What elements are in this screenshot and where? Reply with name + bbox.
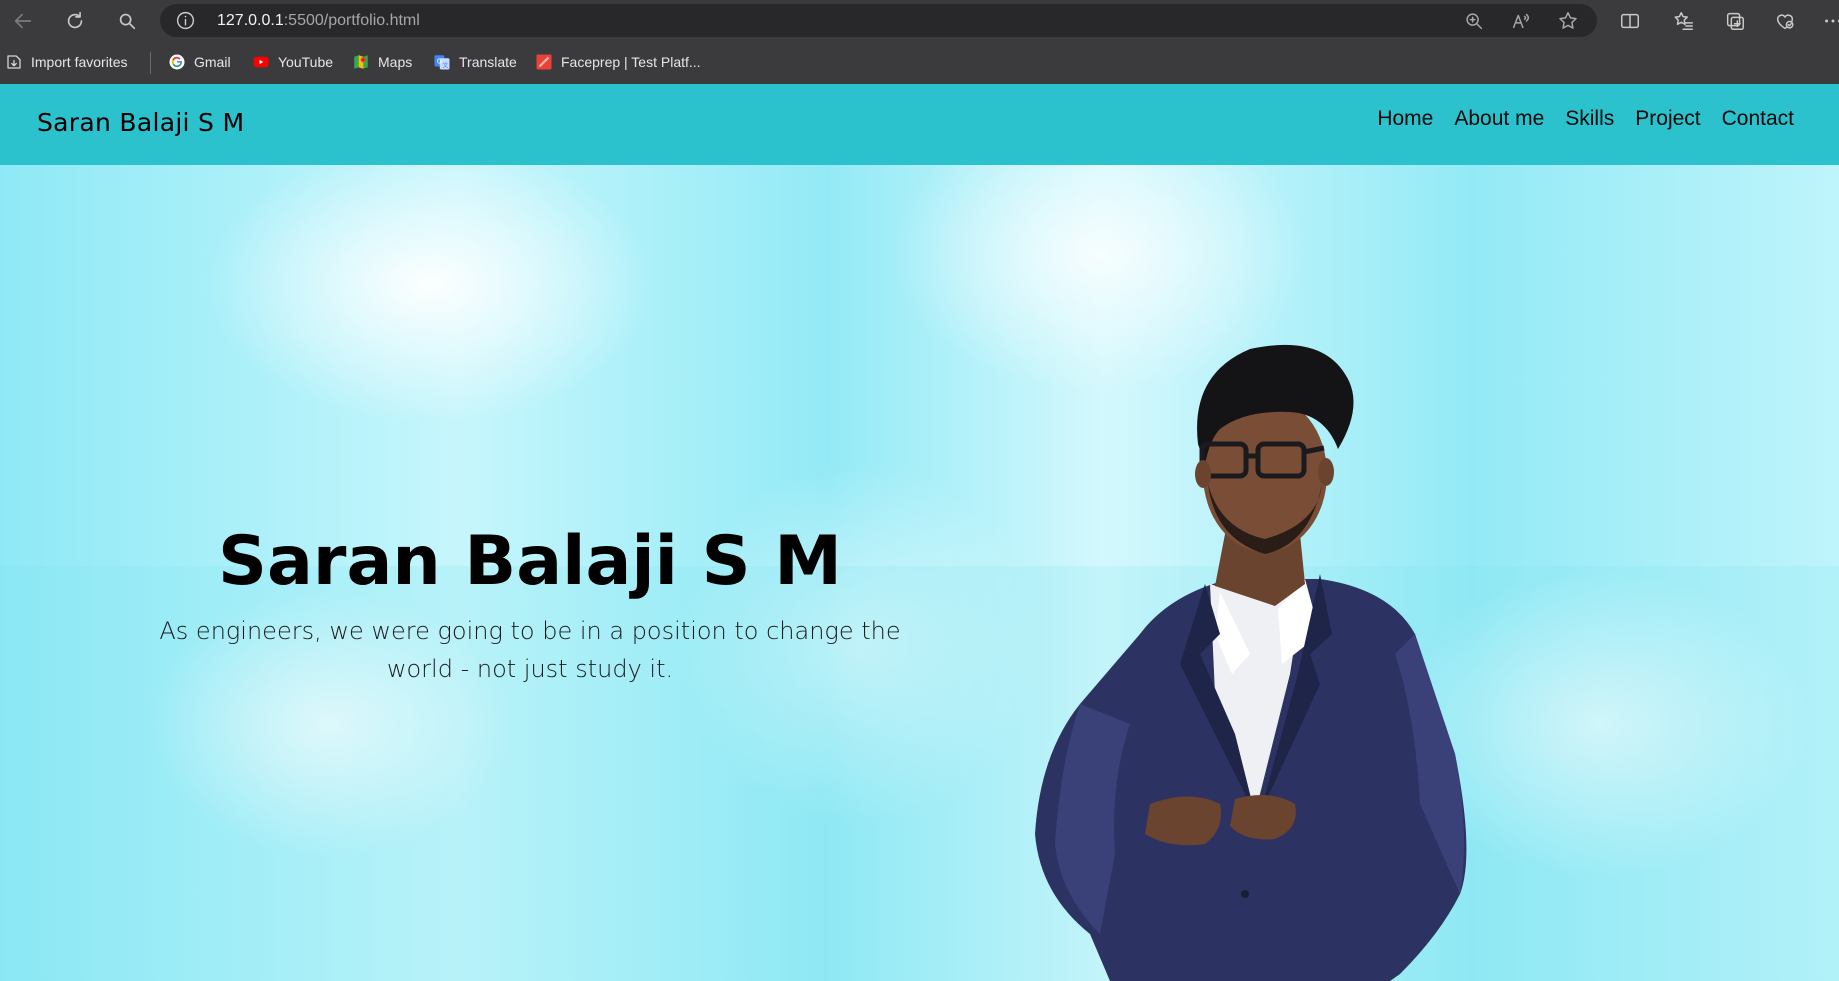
search-icon[interactable] [113, 7, 141, 35]
refresh-icon[interactable] [61, 7, 89, 35]
bookmark-gmail[interactable]: Gmail [168, 53, 231, 71]
svg-text:G: G [437, 58, 442, 66]
svg-text:文: 文 [442, 61, 448, 69]
nav-about-me[interactable]: About me [1454, 107, 1544, 131]
nav-skills[interactable]: Skills [1565, 107, 1614, 131]
url-host: 127.0.0.1 [217, 12, 284, 29]
star-icon[interactable] [1557, 10, 1579, 32]
hero-name: Saran Balaji S M [218, 522, 842, 601]
bookmarks-divider [150, 52, 151, 74]
read-aloud-icon[interactable] [1510, 10, 1532, 32]
back-arrow-icon[interactable] [9, 7, 37, 35]
url-text[interactable]: 127.0.0.1:5500/portfolio.html [217, 12, 420, 30]
bookmark-import-favorites[interactable]: Import favorites [5, 53, 127, 71]
nav-links: Home About me Skills Project Contact [1377, 107, 1794, 131]
maps-icon [352, 53, 370, 71]
import-icon [5, 53, 23, 71]
bookmark-maps[interactable]: Maps [352, 53, 412, 71]
bookmark-label: Maps [378, 54, 413, 70]
info-icon[interactable] [175, 10, 196, 31]
bookmark-youtube[interactable]: YouTube [252, 53, 333, 71]
more-icon[interactable] [1819, 7, 1839, 35]
address-bar[interactable]: 127.0.0.1:5500/portfolio.html [160, 4, 1597, 37]
nav-project[interactable]: Project [1635, 107, 1700, 131]
browser-toolbar: 127.0.0.1:5500/portfolio.html [0, 0, 1839, 41]
bookmark-translate[interactable]: G文 Translate [433, 53, 517, 71]
url-path: :5500/portfolio.html [283, 12, 420, 29]
portfolio-page: Saran Balaji S M Home About me Skills Pr… [0, 84, 1839, 981]
hero-quote: As engineers, we were going to be in a p… [159, 617, 901, 683]
bookmark-label: Gmail [194, 54, 231, 70]
browser-essentials-icon[interactable] [1771, 7, 1799, 35]
favorites-list-icon[interactable] [1670, 7, 1698, 35]
collections-icon[interactable] [1721, 7, 1749, 35]
profile-photo [1035, 344, 1467, 981]
nav-home[interactable]: Home [1377, 107, 1433, 131]
bookmark-faceprep[interactable]: Faceprep | Test Platf... [535, 53, 701, 71]
google-icon [168, 53, 186, 71]
faceprep-icon [535, 53, 553, 71]
site-navbar: Saran Balaji S M Home About me Skills Pr… [0, 84, 1839, 165]
youtube-icon [252, 53, 270, 71]
split-screen-icon[interactable] [1616, 7, 1644, 35]
bookmark-label: Import favorites [31, 54, 128, 70]
bookmarks-bar: Import favorites Gmail YouTube Maps G文 T… [0, 41, 1839, 84]
bookmark-label: YouTube [278, 54, 334, 70]
nav-contact[interactable]: Contact [1722, 107, 1794, 131]
bookmark-label: Faceprep | Test Platf... [561, 54, 701, 70]
site-brand[interactable]: Saran Balaji S M [37, 108, 244, 137]
zoom-icon[interactable] [1463, 10, 1485, 32]
bookmark-label: Translate [459, 54, 517, 70]
translate-icon: G文 [433, 53, 451, 71]
